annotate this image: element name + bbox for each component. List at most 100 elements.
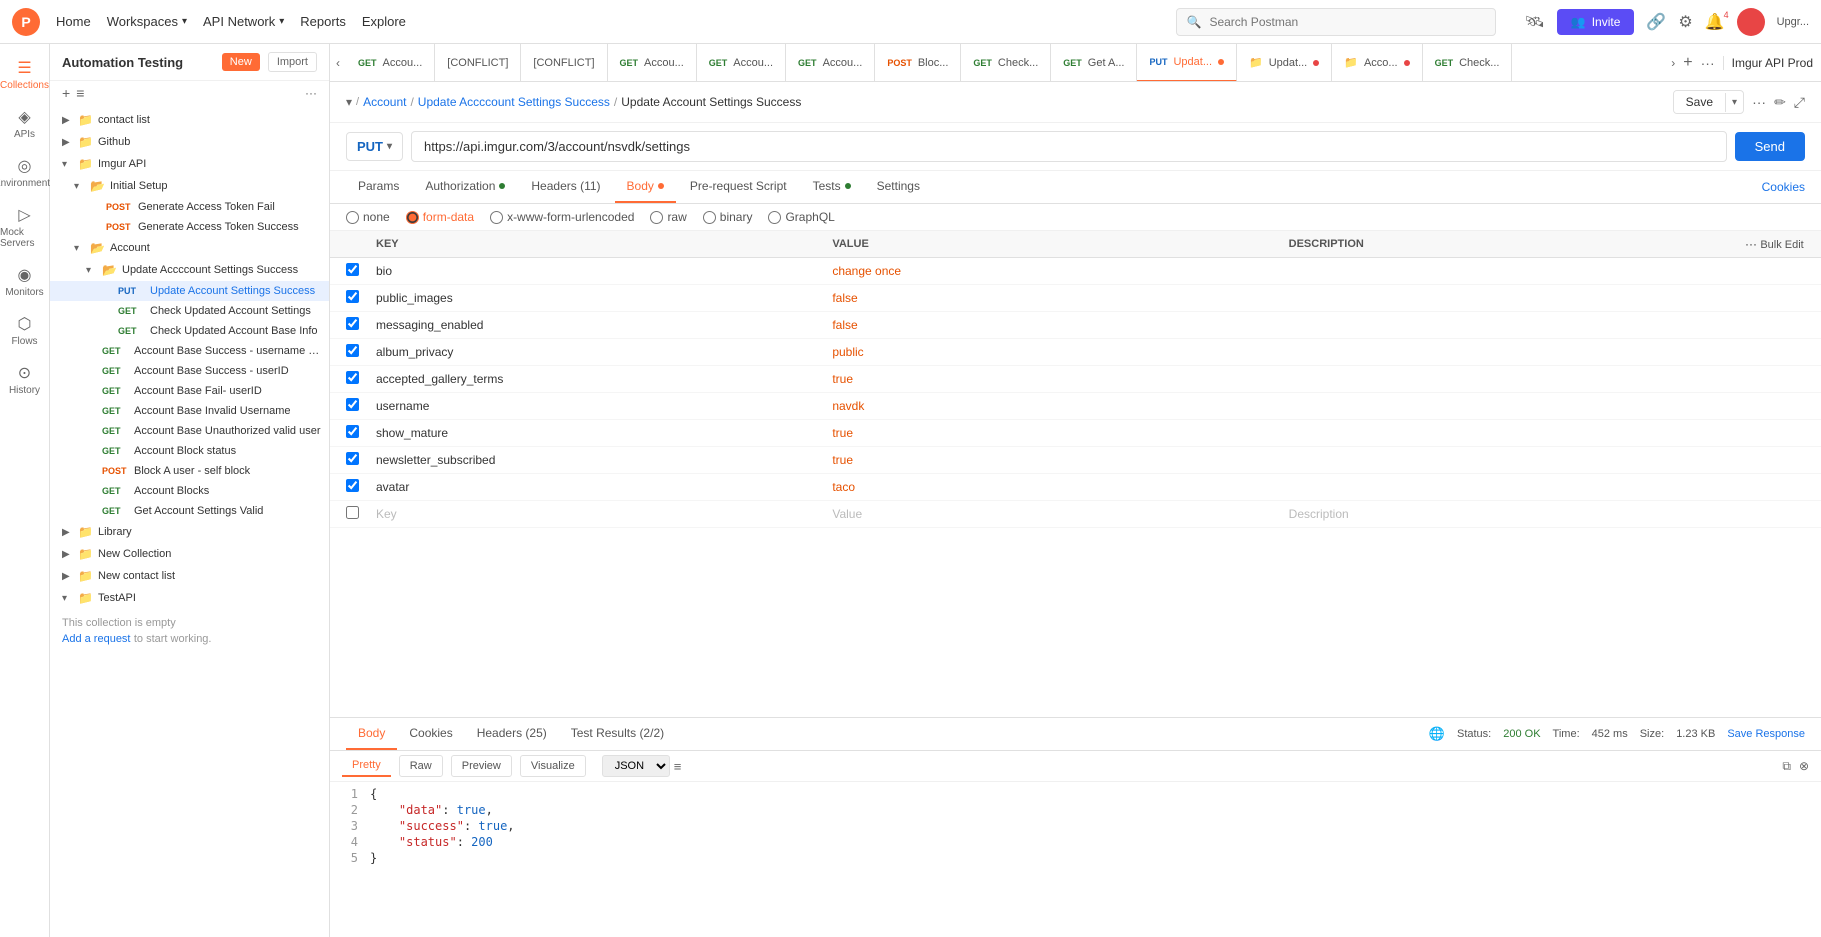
tabs-nav-prev[interactable]: ‹ [330, 56, 346, 70]
body-option-none[interactable]: none [346, 210, 390, 224]
resp-btn-visualize[interactable]: Visualize [520, 755, 586, 777]
new-tab-icon[interactable]: + [1683, 54, 1692, 72]
avatar[interactable] [1737, 8, 1765, 36]
kv-more-icon[interactable]: ··· [1745, 237, 1757, 251]
collection-item-new-collection[interactable]: ▶ 📁 New Collection [50, 543, 329, 565]
save-chevron-button[interactable]: ▾ [1725, 93, 1743, 112]
request-item-check-base[interactable]: GET Check Updated Account Base Info [50, 321, 329, 341]
filter-icon[interactable]: ≡ [76, 85, 84, 101]
tab-get-accou-3[interactable]: GET Accou... [697, 44, 786, 82]
tab-conflict-1[interactable]: [CONFLICT] [435, 44, 521, 82]
req-tab-tests[interactable]: Tests [801, 171, 863, 203]
request-item-block-user[interactable]: POST Block A user - self block [50, 461, 329, 481]
sidebar-item-environments[interactable]: ◎ Environments [0, 150, 49, 195]
request-item-acc-base-username[interactable]: GET Account Base Success - username para… [50, 341, 329, 361]
kv-row-checkbox[interactable] [346, 425, 359, 438]
body-option-raw[interactable]: raw [650, 210, 686, 224]
breadcrumb-folder[interactable]: Update Accccount Settings Success [418, 95, 610, 109]
add-request-link[interactable]: Add a request [62, 633, 131, 645]
tab-conflict-2[interactable]: [CONFLICT] [521, 44, 607, 82]
body-option-form-data[interactable]: form-data [406, 210, 474, 224]
method-selector[interactable]: PUT ▾ [346, 132, 403, 161]
resp-tab-cookies[interactable]: Cookies [397, 718, 464, 750]
folder-item-update-account[interactable]: ▾ 📂 Update Accccount Settings Success [50, 259, 329, 281]
sidebar-item-history[interactable]: ⊙ History [0, 357, 49, 402]
request-item-check-updated[interactable]: GET Check Updated Account Settings [50, 301, 329, 321]
request-item-acc-base-unauth[interactable]: GET Account Base Unauthorized valid user [50, 421, 329, 441]
resp-btn-raw[interactable]: Raw [399, 755, 443, 777]
import-button[interactable]: Import [268, 52, 317, 72]
request-item-gen-fail[interactable]: POST Generate Access Token Fail [50, 197, 329, 217]
sidebar-item-mock-servers[interactable]: ▷ Mock Servers [0, 199, 49, 255]
collection-item-testapi[interactable]: ▾ 📁 TestAPI [50, 587, 329, 609]
save-button[interactable]: Save [1674, 91, 1725, 113]
tab-get-get-a[interactable]: GET Get A... [1051, 44, 1137, 82]
collection-item-new-contact-list[interactable]: ▶ 📁 New contact list [50, 565, 329, 587]
clear-icon[interactable]: ⊗ [1799, 759, 1809, 774]
kv-row-checkbox[interactable] [346, 506, 359, 519]
tab-get-check[interactable]: GET Check... [961, 44, 1051, 82]
nav-explore[interactable]: Explore [362, 14, 406, 29]
request-item-acc-block-status[interactable]: GET Account Block status [50, 441, 329, 461]
resp-tab-test-results[interactable]: Test Results (2/2) [559, 718, 676, 750]
satellite-icon[interactable]: 🛰 [1524, 12, 1544, 32]
bulk-edit-button[interactable]: Bulk Edit [1760, 239, 1803, 251]
tab-get-check-2[interactable]: GET Check... [1423, 44, 1513, 82]
tab-folder-update[interactable]: 📁 Updat... [1237, 44, 1332, 82]
req-tab-headers[interactable]: Headers (11) [519, 171, 612, 203]
request-item-acc-base-userid[interactable]: GET Account Base Success - userID [50, 361, 329, 381]
nav-api-network[interactable]: API Network▾ [203, 14, 284, 29]
bell-icon[interactable]: 🔔4 [1705, 12, 1725, 32]
settings-icon[interactable]: ⚙ [1678, 12, 1692, 32]
nav-home[interactable]: Home [56, 14, 91, 29]
sidebar-item-apis[interactable]: ◈ APIs [0, 101, 49, 146]
more-options-button[interactable]: ··· [1752, 94, 1766, 110]
app-logo[interactable]: P [12, 8, 40, 36]
kv-row-checkbox[interactable] [346, 344, 359, 357]
sidebar-item-monitors[interactable]: ◉ Monitors [0, 259, 49, 304]
kv-row-checkbox[interactable] [346, 479, 359, 492]
expand-icon[interactable]: ⤢ [1794, 94, 1805, 111]
req-tab-settings[interactable]: Settings [865, 171, 932, 203]
format-select[interactable]: JSON [602, 755, 670, 777]
tab-get-accou-4[interactable]: GET Accou... [786, 44, 875, 82]
request-item-acc-base-fail[interactable]: GET Account Base Fail- userID [50, 381, 329, 401]
save-response-button[interactable]: Save Response [1727, 728, 1805, 740]
tab-post-bloc[interactable]: POST Bloc... [875, 44, 961, 82]
add-collection-icon[interactable]: + [62, 85, 70, 101]
kv-row-checkbox[interactable] [346, 290, 359, 303]
body-option-graphql[interactable]: GraphQL [768, 210, 834, 224]
collection-item-imgur-api[interactable]: ▾ 📁 Imgur API [50, 153, 329, 175]
tab-folder-acco[interactable]: 📁 Acco... [1332, 44, 1422, 82]
format-icon[interactable]: ≡ [674, 759, 682, 774]
tab-get-accou-2[interactable]: GET Accou... [608, 44, 697, 82]
sidebar-item-collections[interactable]: ☰ Collections [0, 52, 49, 97]
invite-button[interactable]: 👥 Invite [1557, 9, 1635, 35]
kv-row-checkbox[interactable] [346, 452, 359, 465]
cookies-link[interactable]: Cookies [1762, 180, 1805, 194]
req-tab-body[interactable]: Body [615, 171, 676, 203]
resp-btn-pretty[interactable]: Pretty [342, 755, 391, 777]
breadcrumb-account[interactable]: Account [363, 95, 406, 109]
tabs-more-icon[interactable]: ··· [1701, 55, 1715, 71]
body-option-urlencoded[interactable]: x-www-form-urlencoded [490, 210, 634, 224]
more-options-icon[interactable]: ··· [305, 86, 317, 100]
collection-item-contact-list[interactable]: ▶ 📁 contact list [50, 109, 329, 131]
tabs-nav-next[interactable]: › [1671, 56, 1675, 70]
kv-row-checkbox[interactable] [346, 371, 359, 384]
send-button[interactable]: Send [1735, 132, 1805, 161]
request-item-get-acc-settings[interactable]: GET Get Account Settings Valid [50, 501, 329, 521]
request-item-gen-success[interactable]: POST Generate Access Token Success [50, 217, 329, 237]
req-tab-pre-request[interactable]: Pre-request Script [678, 171, 799, 203]
collection-item-library[interactable]: ▶ 📁 Library [50, 521, 329, 543]
kv-row-checkbox[interactable] [346, 398, 359, 411]
req-tab-authorization[interactable]: Authorization [413, 171, 517, 203]
req-tab-params[interactable]: Params [346, 171, 411, 203]
link-icon[interactable]: 🔗 [1646, 12, 1666, 32]
kv-row-checkbox[interactable] [346, 317, 359, 330]
resp-tab-headers[interactable]: Headers (25) [465, 718, 559, 750]
nav-workspaces[interactable]: Workspaces▾ [107, 14, 187, 29]
search-input[interactable] [1176, 8, 1496, 36]
body-option-binary[interactable]: binary [703, 210, 753, 224]
upgrade-label[interactable]: Upgr... [1777, 16, 1809, 28]
